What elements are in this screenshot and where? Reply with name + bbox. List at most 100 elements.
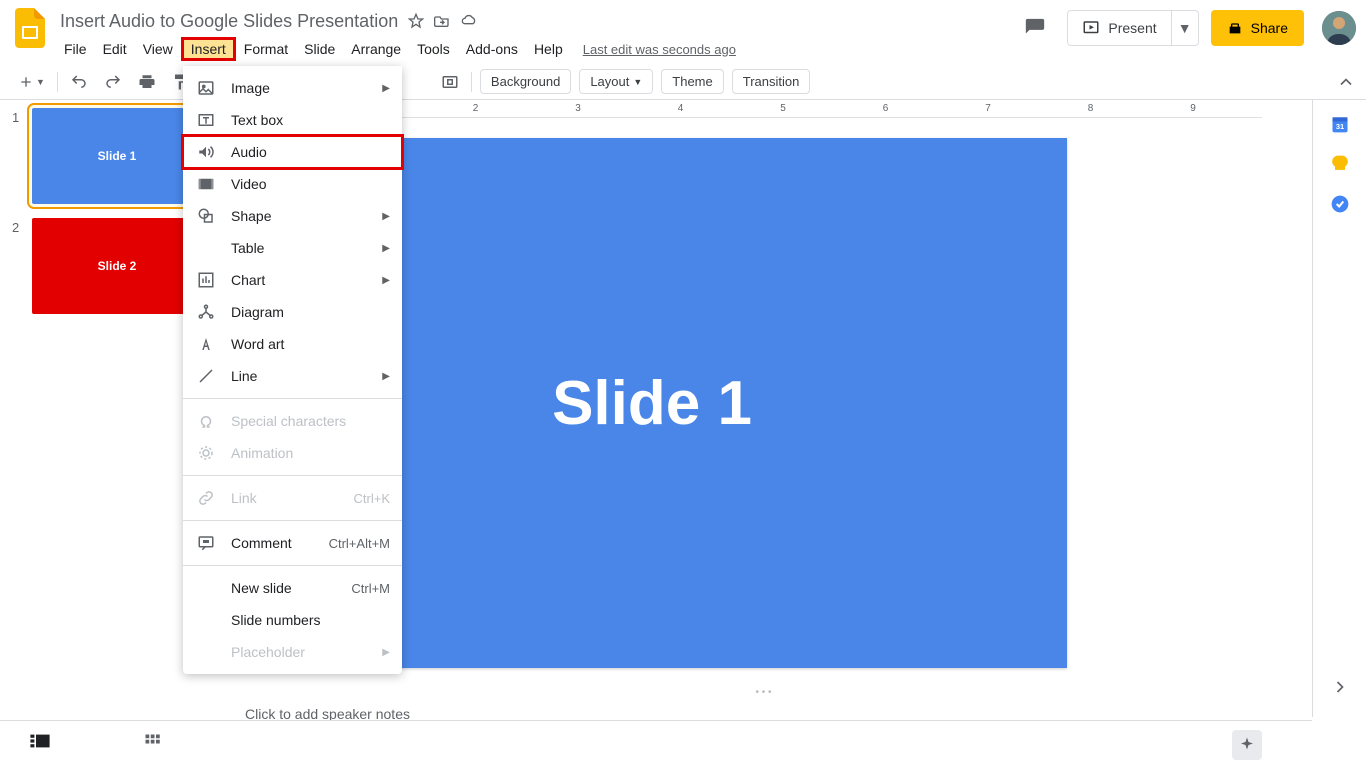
chevron-right-icon: ▶ (382, 371, 390, 382)
present-button[interactable]: Present (1068, 11, 1171, 45)
wordart-icon (195, 335, 217, 353)
insert-image[interactable]: Image▶ (183, 72, 402, 104)
header-actions: Present ▼ Share (1015, 8, 1356, 48)
menu-tools[interactable]: Tools (409, 38, 458, 60)
menu-arrange[interactable]: Arrange (343, 38, 409, 60)
footer (0, 720, 1312, 768)
shortcut-label: Ctrl+M (351, 581, 390, 596)
shortcut-label: Ctrl+K (354, 491, 390, 506)
menu-file[interactable]: File (56, 38, 95, 60)
insert-animation: Animation (183, 437, 402, 469)
move-icon[interactable] (434, 13, 450, 29)
insert-comment[interactable]: CommentCtrl+Alt+M (183, 527, 402, 559)
text-icon (195, 111, 217, 129)
chevron-right-icon: ▶ (382, 647, 390, 658)
menu-item-label: Word art (231, 336, 390, 352)
separator (471, 72, 472, 92)
insert-shape[interactable]: Shape▶ (183, 200, 402, 232)
theme-button[interactable]: Theme (661, 69, 723, 94)
background-button[interactable]: Background (480, 69, 571, 94)
slide-thumb-2[interactable]: Slide 2 (32, 218, 202, 314)
insert-menu-dropdown: Image▶Text boxAudioVideoShape▶Table▶Char… (183, 66, 402, 674)
insert-chart[interactable]: Chart▶ (183, 264, 402, 296)
insert-video[interactable]: Video (183, 168, 402, 200)
share-button[interactable]: Share (1211, 10, 1304, 46)
side-panel: 31 (1312, 100, 1366, 717)
print-button[interactable] (132, 69, 162, 95)
layout-button[interactable]: Layout▼ (579, 69, 653, 94)
last-edit-link[interactable]: Last edit was seconds ago (583, 42, 736, 57)
insert-placeholder: Placeholder▶ (183, 636, 402, 668)
menu-insert[interactable]: Insert (181, 37, 236, 61)
menu-item-label: Slide numbers (231, 612, 390, 628)
menu-item-label: Table (231, 240, 390, 256)
account-avatar[interactable] (1322, 11, 1356, 45)
menu-slide[interactable]: Slide (296, 38, 343, 60)
line-icon (195, 367, 217, 385)
menu-item-label: Placeholder (231, 644, 390, 660)
calendar-icon[interactable]: 31 (1330, 114, 1350, 134)
video-icon (195, 175, 217, 193)
header: Insert Audio to Google Slides Presentati… (0, 0, 1366, 64)
chevron-right-icon: ▶ (382, 83, 390, 94)
redo-button[interactable] (98, 69, 128, 95)
menu-separator (183, 475, 402, 476)
chevron-right-icon: ▶ (382, 243, 390, 254)
insert-line[interactable]: Line▶ (183, 360, 402, 392)
separator (57, 72, 58, 92)
explore-button[interactable] (1232, 730, 1262, 760)
chevron-right-icon: ▶ (382, 211, 390, 222)
menu-item-label: Diagram (231, 304, 390, 320)
show-side-panel[interactable] (1330, 677, 1350, 697)
cloud-saved-icon[interactable] (460, 13, 478, 29)
undo-button[interactable] (64, 69, 94, 95)
shortcut-label: Ctrl+Alt+M (329, 536, 390, 551)
notes-resize-handle[interactable]: • • • (225, 688, 1302, 696)
doc-info-area: Insert Audio to Google Slides Presentati… (56, 8, 1015, 62)
slide-thumb-1[interactable]: Slide 1 (32, 108, 202, 204)
insert-text-box[interactable]: Text box (183, 104, 402, 136)
collapse-toolbar[interactable] (1336, 72, 1356, 92)
diagram-icon (195, 303, 217, 321)
doc-title[interactable]: Insert Audio to Google Slides Presentati… (56, 11, 402, 32)
transition-button[interactable]: Transition (732, 69, 811, 94)
menu-help[interactable]: Help (526, 38, 571, 60)
slides-logo[interactable] (10, 8, 50, 48)
tasks-icon[interactable] (1330, 194, 1350, 214)
menu-addons[interactable]: Add-ons (458, 38, 526, 60)
omega-icon (195, 412, 217, 430)
menu-item-label: Animation (231, 445, 390, 461)
insert-slide-numbers[interactable]: Slide numbers (183, 604, 402, 636)
menu-item-label: Chart (231, 272, 390, 288)
menu-separator (183, 398, 402, 399)
insert-link: LinkCtrl+K (183, 482, 402, 514)
menu-item-label: Text box (231, 112, 390, 128)
comment-history-icon[interactable] (1015, 8, 1055, 48)
grid-view-icon[interactable] (144, 733, 168, 757)
insert-table[interactable]: Table▶ (183, 232, 402, 264)
menu-item-label: Video (231, 176, 390, 192)
present-group: Present ▼ (1067, 10, 1198, 46)
keep-icon[interactable] (1330, 154, 1350, 174)
thumb-number: 1 (12, 108, 32, 204)
menu-item-label: Line (231, 368, 390, 384)
menu-edit[interactable]: Edit (95, 38, 135, 60)
menu-view[interactable]: View (135, 38, 181, 60)
insert-audio[interactable]: Audio (183, 136, 402, 168)
menu-item-label: Image (231, 80, 390, 96)
present-dropdown[interactable]: ▼ (1172, 20, 1198, 36)
insert-word-art[interactable]: Word art (183, 328, 402, 360)
insert-new-slide[interactable]: New slideCtrl+M (183, 572, 402, 604)
image-icon (195, 79, 217, 97)
menu-bar: File Edit View Insert Format Slide Arran… (56, 36, 1015, 62)
anim-icon (195, 444, 217, 462)
slide-title-text: Slide 1 (552, 368, 752, 439)
filmstrip-view-icon[interactable] (30, 733, 54, 757)
menu-format[interactable]: Format (236, 38, 296, 60)
insert-diagram[interactable]: Diagram (183, 296, 402, 328)
star-icon[interactable] (408, 13, 424, 29)
new-slide-button[interactable]: ▼ (12, 70, 51, 94)
share-label: Share (1251, 20, 1288, 36)
menu-separator (183, 565, 402, 566)
link-icon (195, 489, 217, 507)
